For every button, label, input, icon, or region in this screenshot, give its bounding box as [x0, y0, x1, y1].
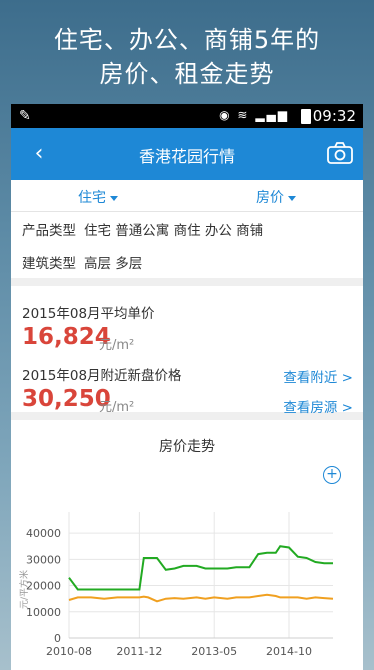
pen-icon: ✎: [19, 108, 31, 124]
status-bar: ✎ ◉ ≋ ▂▄▆ 09:32: [11, 104, 363, 128]
tab-price-type[interactable]: 房价: [256, 187, 296, 207]
new-price-label: 2015年08月附近新盘价格: [22, 368, 182, 384]
tab-label: 住宅: [78, 190, 106, 206]
view-nearby-link[interactable]: 查看附近 >: [283, 366, 353, 386]
y-tick-label: 10000: [26, 606, 61, 619]
promo-banner: 住宅、办公、商铺5年的 房价、租金走势: [0, 0, 374, 104]
y-tick-label: 20000: [26, 580, 61, 593]
camera-button[interactable]: [325, 138, 355, 168]
product-type-values: 住宅 普通公寓 商住 办公 商铺: [84, 223, 264, 239]
camera-icon: [327, 142, 353, 164]
chart-canvas: 0 10000 20000 30000 40000 2010-08 2011-12 2013-…: [18, 512, 334, 670]
x-tick-label: 2014-10: [266, 645, 312, 658]
series-line-nearby: [68, 545, 333, 591]
promo-line-2: 房价、租金走势: [99, 60, 275, 88]
caret-down-icon: [110, 195, 118, 201]
avg-price-label: 2015年08月平均单价: [22, 306, 155, 322]
price-trend-chart: 房价走势 + 0 10000 20000 30000 40000 2010-08 2011-…: [11, 420, 363, 670]
y-axis-label: 元/平方米: [18, 570, 30, 609]
eye-icon: ◉: [219, 108, 232, 122]
phone-screen: ✎ ◉ ≋ ▂▄▆ 09:32 ‹ 香港花园行情 住宅 房价 产品类型 住宅 普…: [11, 104, 363, 670]
x-tick-label: 2010-08: [46, 645, 92, 658]
series-line-community: [68, 593, 334, 603]
avg-price-value: 16,824: [22, 324, 111, 350]
building-type-values: 高层 多层: [84, 256, 143, 272]
tab-label: 房价: [256, 190, 284, 206]
new-price-unit: 元/m²: [99, 400, 135, 415]
chart-title: 房价走势: [159, 439, 215, 455]
view-listings-link[interactable]: 查看房源 >: [283, 396, 353, 416]
y-tick-label: 40000: [26, 527, 61, 540]
title-bar: ‹ 香港花园行情: [11, 128, 363, 180]
product-type-row: 产品类型 住宅 普通公寓 商住 办公 商铺: [22, 219, 263, 239]
building-type-row: 建筑类型 高层 多层: [22, 252, 142, 272]
page-title: 香港花园行情: [138, 147, 235, 166]
product-type-label: 产品类型: [22, 223, 76, 239]
signal-icon: ▂▄▆: [255, 108, 289, 122]
property-info: 产品类型 住宅 普通公寓 商住 办公 商铺 建筑类型 高层 多层: [11, 212, 363, 286]
tab-property-type[interactable]: 住宅: [78, 187, 118, 207]
building-type-label: 建筑类型: [22, 256, 76, 272]
x-tick-label: 2013-05: [191, 645, 237, 658]
x-tick-label: 2011-12: [116, 645, 162, 658]
status-icons: ◉ ≋ ▂▄▆: [219, 108, 289, 122]
promo-line-1: 住宅、办公、商铺5年的: [53, 26, 321, 54]
price-summary: 2015年08月平均单价 16,824 元/m² 2015年08月附近新盘价格 …: [11, 286, 363, 420]
battery-icon: [301, 109, 311, 124]
filter-tabs: 住宅 房价: [11, 180, 363, 212]
wifi-icon: ≋: [237, 108, 250, 122]
y-tick-label: 0: [54, 632, 61, 645]
y-tick-label: 30000: [26, 553, 61, 566]
new-price-value: 30,250: [22, 386, 111, 412]
caret-down-icon: [288, 195, 296, 201]
avg-price-unit: 元/m²: [99, 338, 135, 353]
clock: 09:32: [312, 107, 356, 125]
zoom-in-button[interactable]: +: [323, 466, 341, 484]
